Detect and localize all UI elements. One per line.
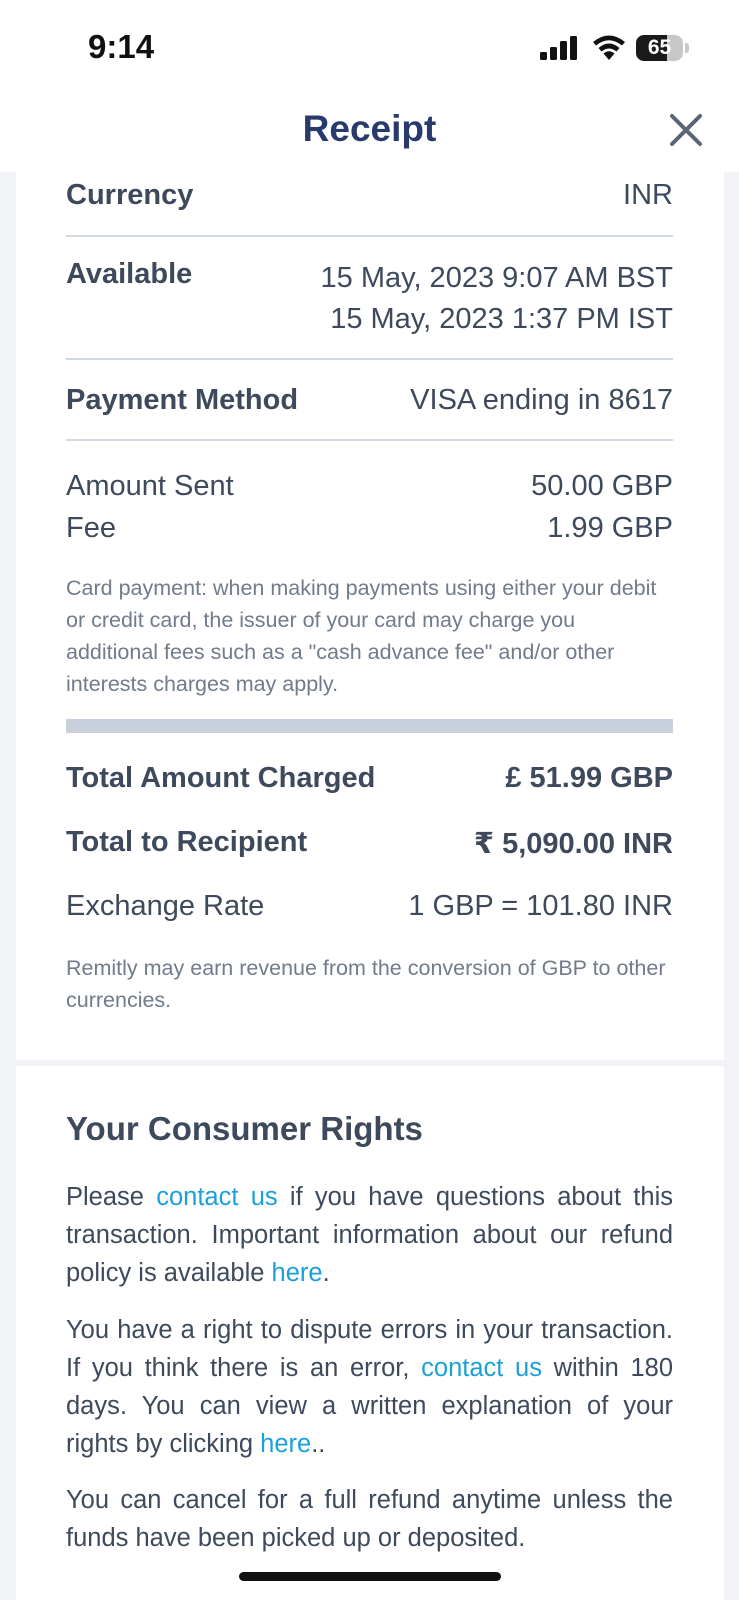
- wifi-icon: [593, 35, 625, 60]
- text: Please: [66, 1183, 157, 1211]
- amount-sent-label: Amount Sent: [66, 470, 234, 502]
- contact-us-link[interactable]: contact us: [421, 1354, 542, 1382]
- status-bar: 9:14 65: [0, 0, 739, 90]
- amount-sent-row: Amount Sent 50.00 GBP: [66, 470, 673, 503]
- available-label: Available: [66, 258, 193, 290]
- total-charged-label: Total Amount Charged: [66, 762, 376, 794]
- consumer-rights-title: Your Consumer Rights: [66, 1110, 423, 1147]
- text: .: [322, 1259, 330, 1287]
- home-indicator[interactable]: [239, 1572, 501, 1581]
- contact-us-link[interactable]: contact us: [156, 1183, 277, 1211]
- total-charged-row: Total Amount Charged £ 51.99 GBP: [66, 762, 673, 795]
- rights-paragraph-contact: Please contact us if you have questions …: [66, 1178, 673, 1292]
- available-bst: 15 May, 2023 9:07 AM BST: [320, 262, 674, 294]
- divider: [66, 235, 673, 237]
- close-icon: [670, 114, 702, 146]
- revenue-note: Remitly may earn revenue from the conver…: [66, 956, 666, 1012]
- fee-label: Fee: [66, 512, 116, 544]
- exchange-rate-row: Exchange Rate 1 GBP = 101.80 INR: [66, 890, 673, 923]
- currency-value: INR: [623, 179, 673, 211]
- divider: [66, 358, 673, 360]
- text: ..: [311, 1430, 326, 1458]
- payment-method-row: Payment Method VISA ending in 8617: [66, 384, 673, 417]
- divider: [66, 439, 673, 441]
- amount-sent-value: 50.00 GBP: [531, 470, 673, 502]
- payment-method-label: Payment Method: [66, 384, 299, 416]
- card-payment-note: Card payment: when making payments using…: [66, 576, 657, 696]
- rights-paragraph-cancel: You can cancel for a full refund anytime…: [66, 1486, 673, 1552]
- close-button[interactable]: [664, 108, 708, 152]
- currency-row: Currency INR: [66, 179, 673, 212]
- fee-row: Fee 1.99 GBP: [66, 512, 673, 545]
- rights-paragraph-dispute: You have a right to dispute errors in yo…: [66, 1311, 673, 1463]
- battery-tip: [685, 43, 689, 53]
- receipt-header: Receipt: [0, 90, 739, 172]
- payment-method-value: VISA ending in 8617: [410, 384, 673, 416]
- battery-icon: 65: [636, 35, 683, 61]
- exchange-rate-value: 1 GBP = 101.80 INR: [408, 890, 673, 922]
- thick-divider: [66, 719, 673, 733]
- available-dates: 15 May, 2023 9:07 AM BST 15 May, 2023 1:…: [321, 258, 674, 340]
- available-row: Available 15 May, 2023 9:07 AM BST 15 Ma…: [66, 258, 673, 340]
- refund-policy-link[interactable]: here: [272, 1259, 323, 1287]
- battery-percent: 65: [647, 36, 672, 59]
- status-time: 9:14: [88, 28, 155, 65]
- cellular-signal-icon: [540, 36, 577, 60]
- fee-value: 1.99 GBP: [547, 512, 673, 544]
- currency-label: Currency: [66, 179, 194, 211]
- total-recipient-value: ₹ 5,090.00 INR: [473, 828, 673, 860]
- total-recipient-label: Total to Recipient: [66, 826, 308, 858]
- total-recipient-row: Total to Recipient ₹ 5,090.00 INR: [66, 826, 673, 861]
- exchange-rate-label: Exchange Rate: [66, 890, 265, 922]
- total-charged-value: £ 51.99 GBP: [505, 762, 673, 794]
- available-ist: 15 May, 2023 1:37 PM IST: [330, 303, 673, 335]
- page-title: Receipt: [302, 108, 437, 149]
- rights-explanation-link[interactable]: here: [260, 1430, 311, 1458]
